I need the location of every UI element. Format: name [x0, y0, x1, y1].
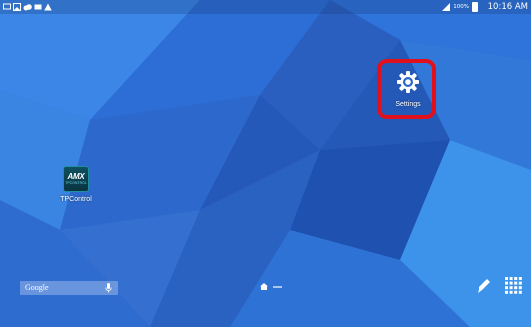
email-icon: [34, 4, 42, 10]
amx-logo-subtext: TPCONTROL: [65, 181, 87, 185]
clock: 10:16 AM: [487, 2, 528, 12]
battery-percentage: 100%: [453, 4, 469, 10]
home-indicator-icon: [260, 283, 268, 290]
page-dash: [273, 286, 282, 288]
amx-logo-text: AMX: [67, 172, 85, 181]
google-search-bar[interactable]: Google: [20, 281, 118, 295]
wallpaper: [0, 0, 531, 327]
cloud-icon: [23, 4, 32, 11]
screen-mirror-icon: [3, 3, 11, 10]
status-bar: 100% 10:16 AM: [0, 0, 531, 14]
home-screen: 100% 10:16 AM Settings AMX TPCONTROL TPC…: [0, 0, 531, 327]
tpcontrol-app[interactable]: AMX TPCONTROL TPControl: [56, 166, 96, 208]
tpcontrol-app-label: TPControl: [60, 196, 92, 203]
warning-icon: [44, 3, 52, 11]
settings-app-label: Settings: [395, 101, 421, 108]
gear-icon: [397, 71, 419, 93]
settings-app[interactable]: Settings: [383, 64, 433, 116]
mic-icon[interactable]: [105, 283, 112, 293]
image-icon: [13, 3, 21, 11]
google-search-label: Google: [25, 283, 49, 292]
page-indicator[interactable]: [260, 282, 290, 292]
no-sim-icon: [442, 3, 450, 11]
battery-icon: [472, 2, 478, 12]
pencil-icon[interactable]: [477, 278, 491, 294]
apps-grid-icon[interactable]: [505, 277, 522, 294]
amx-icon: AMX TPCONTROL: [63, 166, 89, 192]
